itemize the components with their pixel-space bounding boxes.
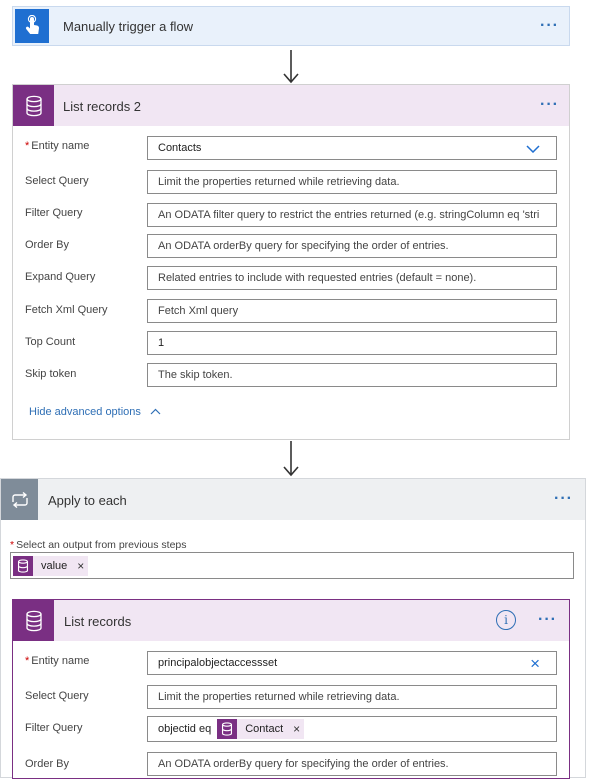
database-icon bbox=[217, 719, 238, 739]
filter-query-input[interactable]: objectid eq Contact × bbox=[147, 716, 557, 742]
value-token-label: value bbox=[33, 555, 74, 576]
info-icon[interactable]: i bbox=[496, 610, 516, 630]
list-records-title: List records bbox=[64, 614, 132, 629]
contact-token-label: Contact bbox=[237, 719, 290, 739]
entity-name-input[interactable]: principalobjectaccessset × bbox=[147, 651, 557, 675]
trigger-title: Manually trigger a flow bbox=[63, 19, 194, 34]
select-output-input[interactable]: value × bbox=[10, 552, 574, 579]
filter-prefix-text: objectid eq bbox=[158, 723, 212, 735]
chevron-up-icon bbox=[150, 408, 161, 415]
order-by-label: Order By bbox=[25, 758, 70, 770]
list-records-card: List records i ··· * Entity name principa… bbox=[12, 599, 570, 779]
filter-query-label: Filter Query bbox=[25, 722, 83, 734]
expand-query-label: Expand Query bbox=[25, 271, 96, 283]
remove-token-button[interactable]: × bbox=[289, 719, 305, 739]
list-records-2-header[interactable]: List records 2 ··· bbox=[13, 85, 569, 126]
apply-to-each-title: Apply to each bbox=[48, 493, 127, 508]
required-mark: * bbox=[25, 140, 30, 152]
top-count-label: Top Count bbox=[25, 336, 76, 348]
entity-name-label: * Entity name bbox=[25, 140, 90, 152]
filter-query-input[interactable]: An ODATA filter query to restrict the en… bbox=[147, 203, 557, 227]
entity-name-label: * Entity name bbox=[25, 655, 90, 667]
fetch-xml-query-input[interactable]: Fetch Xml query bbox=[147, 299, 557, 323]
select-query-input[interactable]: Limit the properties returned while retr… bbox=[147, 170, 557, 194]
clear-icon[interactable]: × bbox=[530, 654, 540, 674]
select-query-label: Select Query bbox=[25, 690, 89, 702]
list-records-more-button[interactable]: ··· bbox=[538, 612, 557, 628]
order-by-input[interactable]: An ODATA orderBy query for specifying th… bbox=[147, 752, 557, 776]
skip-token-input[interactable]: The skip token. bbox=[147, 363, 557, 387]
list-records-2-card: List records 2 ··· * Entity name Contacts… bbox=[12, 84, 570, 440]
list-records-header[interactable]: List records i ··· bbox=[13, 600, 569, 641]
top-count-input[interactable]: 1 bbox=[147, 331, 557, 355]
database-icon bbox=[13, 600, 54, 641]
select-output-label: * Select an output from previous steps bbox=[10, 539, 187, 551]
expand-query-input[interactable]: Related entries to include with requeste… bbox=[147, 266, 557, 290]
database-icon bbox=[13, 85, 54, 126]
value-token[interactable]: value × bbox=[13, 555, 89, 576]
list-records-2-title: List records 2 bbox=[63, 99, 142, 114]
loop-icon bbox=[1, 479, 38, 520]
list-records-2-more-button[interactable]: ··· bbox=[540, 97, 559, 113]
select-query-input[interactable]: Limit the properties returned while retr… bbox=[147, 685, 557, 709]
contact-token[interactable]: Contact × bbox=[217, 719, 305, 739]
select-query-label: Select Query bbox=[25, 175, 89, 187]
flow-arrow bbox=[283, 50, 299, 84]
skip-token-label: Skip token bbox=[25, 368, 77, 380]
remove-token-button[interactable]: × bbox=[73, 555, 89, 576]
trigger-more-button[interactable]: ··· bbox=[540, 18, 559, 34]
hide-advanced-options-link[interactable]: Hide advanced options bbox=[29, 406, 161, 418]
chevron-down-icon bbox=[526, 145, 540, 153]
entity-name-dropdown[interactable]: Contacts bbox=[147, 136, 557, 160]
trigger-card[interactable]: Manually trigger a flow ··· bbox=[12, 6, 570, 46]
database-icon bbox=[13, 555, 33, 576]
fetch-xml-query-label: Fetch Xml Query bbox=[25, 304, 108, 316]
order-by-input[interactable]: An ODATA orderBy query for specifying th… bbox=[147, 234, 557, 258]
flow-arrow bbox=[283, 441, 299, 477]
apply-to-each-more-button[interactable]: ··· bbox=[554, 491, 573, 507]
filter-query-label: Filter Query bbox=[25, 207, 83, 219]
touch-hand-icon bbox=[15, 9, 49, 43]
order-by-label: Order By bbox=[25, 239, 70, 251]
apply-to-each-header[interactable]: Apply to each ··· bbox=[1, 479, 585, 520]
